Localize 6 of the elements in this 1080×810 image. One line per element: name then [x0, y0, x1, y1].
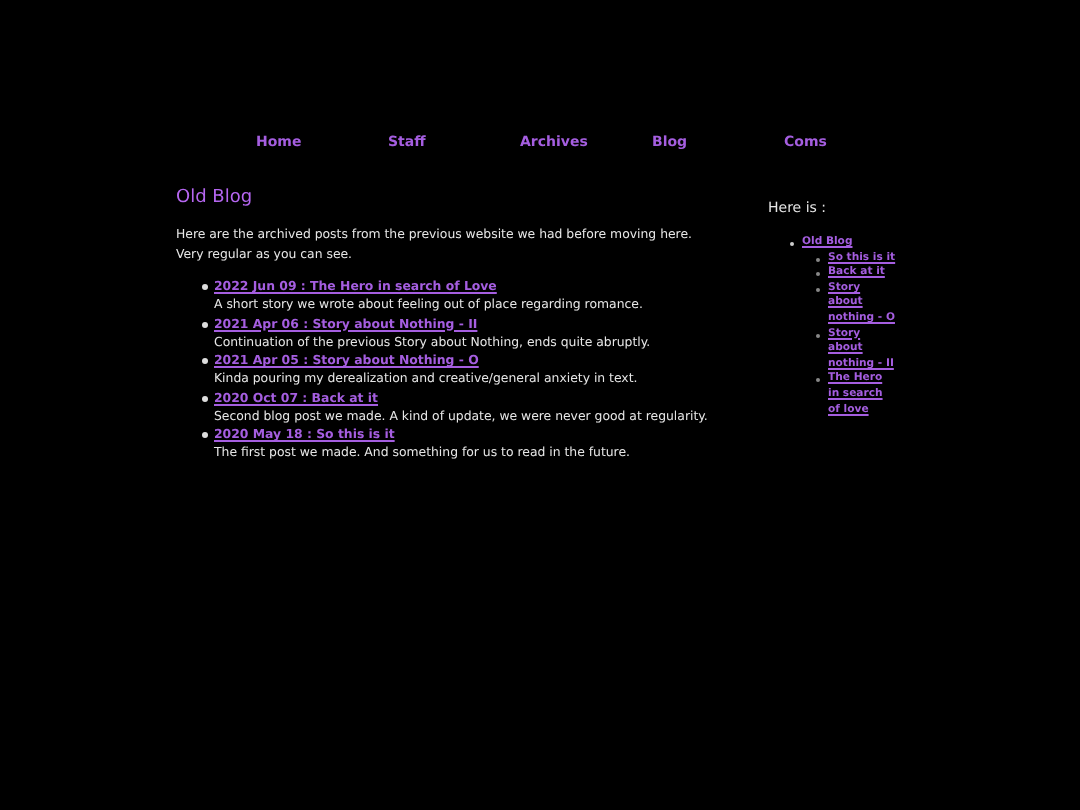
- bullet-icon: [202, 358, 208, 364]
- bullet-icon: [202, 284, 208, 290]
- bullet-icon: [202, 395, 208, 401]
- bullet-icon: [202, 321, 208, 327]
- page-title: Old Blog: [176, 188, 255, 208]
- bullet-icon: [202, 432, 208, 438]
